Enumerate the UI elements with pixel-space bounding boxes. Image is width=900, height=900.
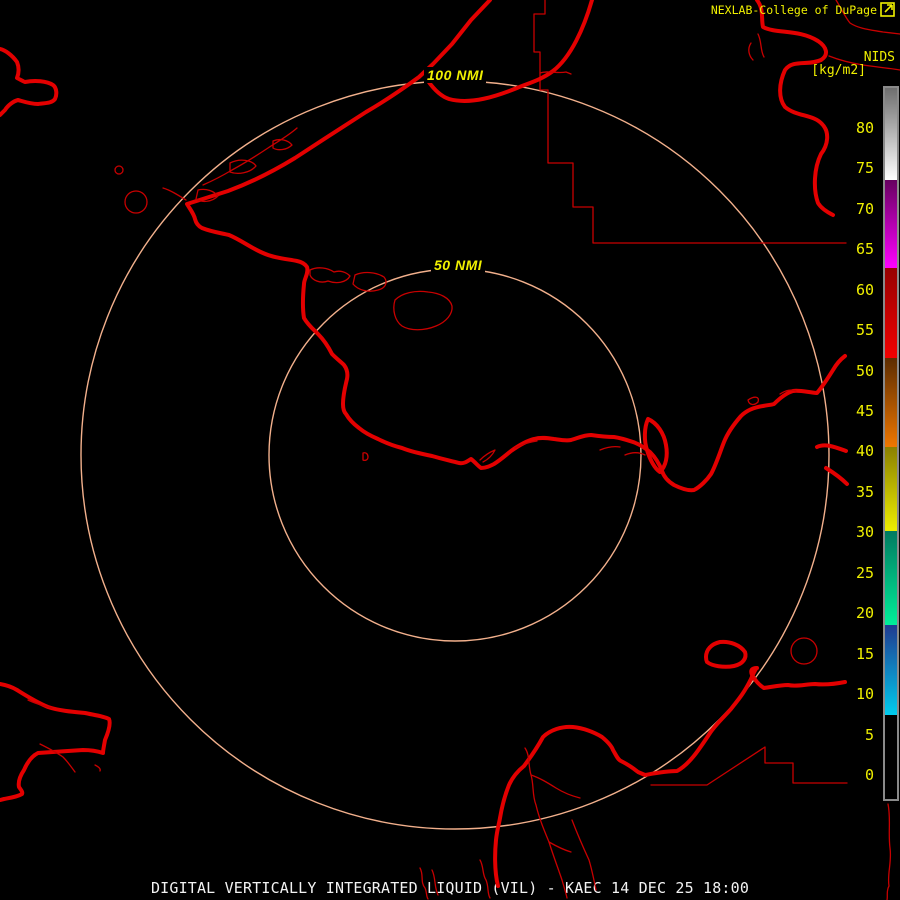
colorbar-segment — [885, 179, 897, 268]
colorbar-tick-label: 55 — [855, 321, 874, 340]
colorbar-tick-label: 50 — [855, 361, 874, 380]
colorbar-tick-label: 25 — [855, 563, 874, 582]
colorbar-tick-label: 65 — [855, 240, 874, 259]
colorbar-tick-label: 75 — [855, 159, 874, 178]
colorbar-tick-label: 80 — [855, 118, 874, 137]
colorbar-tick-label: 35 — [855, 482, 874, 501]
colorbar-tick-label: 30 — [855, 523, 874, 542]
radar-map-svg — [0, 0, 900, 900]
colorbar-tick-label: 15 — [855, 644, 874, 663]
brand-text: NEXLAB-College of DuPage — [710, 3, 877, 17]
colorbar-segment — [885, 88, 897, 180]
colorbar-title: NIDS — [863, 50, 895, 65]
colorbar-tick-label: 40 — [855, 442, 874, 461]
colorbar-segment — [885, 267, 897, 358]
colorbar-tick-label: 20 — [855, 604, 874, 623]
range-ring-label-50nmi: 50 NMI — [431, 257, 486, 273]
map-coastlines — [0, 0, 849, 888]
colorbar-segment — [885, 624, 897, 716]
range-ring-100nmi — [80, 80, 830, 830]
colorbar-segment — [885, 530, 897, 625]
radar-display: DIGITAL VERTICALLY INTEGRATED LIQUID (VI… — [0, 0, 900, 900]
colorbar-segment — [885, 715, 897, 800]
colorbar-tick-label: 0 — [864, 766, 874, 784]
map-detail-lines — [27, 0, 900, 900]
colorbar-tick-label: 5 — [864, 725, 874, 744]
colorbar-segment — [885, 357, 897, 447]
colorbar-gradient — [883, 86, 899, 802]
range-ring-label-100nmi: 100 NMI — [424, 67, 487, 83]
nexlab-logo-icon — [880, 2, 895, 17]
colorbar-tick-label: 10 — [855, 685, 874, 704]
range-rings — [80, 80, 830, 830]
colorbar-unit: [kg/m2] — [811, 63, 866, 78]
colorbar-tick-label: 70 — [855, 199, 874, 218]
colorbar-tick-label: 60 — [855, 280, 874, 299]
colorbar-segment — [885, 446, 897, 531]
range-ring-50nmi — [268, 268, 642, 642]
colorbar-tick-label: 45 — [855, 401, 874, 420]
